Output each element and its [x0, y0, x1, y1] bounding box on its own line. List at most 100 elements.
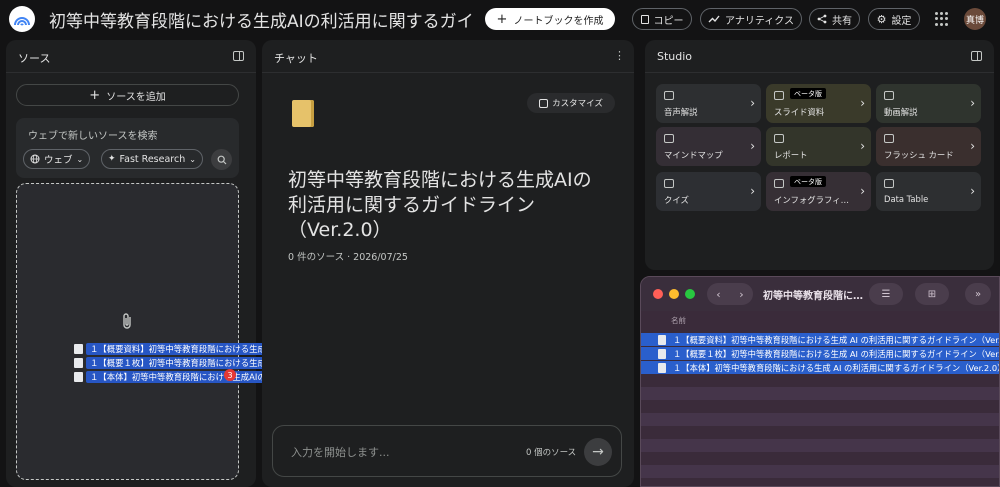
chevron-right-icon: ›: [970, 184, 975, 198]
more-vert-icon[interactable]: ⋮: [614, 49, 625, 62]
studio-tile[interactable]: Data Table ›: [876, 172, 981, 211]
pdf-file-icon: [658, 362, 666, 373]
analytics-button[interactable]: アナリティクス: [700, 8, 802, 30]
studio-heading: Studio: [657, 50, 693, 63]
studio-tile[interactable]: ベータ版インフォグラフィ… ›: [766, 172, 871, 211]
collapse-panel-icon[interactable]: [971, 51, 982, 61]
search-input[interactable]: ウェブで新しいソースを検索: [28, 127, 158, 142]
web-search-box: ウェブで新しいソースを検索 ウェブ ⌄ ✦ Fast Research ⌄: [16, 118, 239, 178]
finder-toolbar: ‹ › 初等中等教育段階における生成AIの利活用に関するガイドライン（Ver.2…: [641, 277, 999, 311]
chevron-left-icon[interactable]: ‹: [716, 288, 720, 301]
name-column-header[interactable]: 名前: [671, 315, 686, 326]
add-source-button[interactable]: + ソースを追加: [16, 84, 239, 106]
file-name: １【本体】初等中等教育段階における生成 AI の利活用に関するガイドライン（Ve…: [673, 362, 1000, 373]
tile-icon: [774, 134, 784, 143]
add-source-label: ソースを追加: [106, 91, 166, 103]
tile-icon: [774, 179, 784, 188]
sources-panel: ソース + ソースを追加 ウェブで新しいソースを検索 ウェブ ⌄ ✦ Fast …: [6, 40, 256, 487]
file-row[interactable]: １【本体】初等中等教育段階における生成 AI の利活用に関するガイドライン（Ve…: [641, 361, 999, 374]
web-source-chip[interactable]: ウェブ ⌄: [23, 149, 91, 169]
collapse-panel-icon[interactable]: [233, 51, 244, 61]
file-row[interactable]: １【概要１枚】初等中等教育段階における生成 AI の利活用に関するガイドライン（…: [641, 347, 999, 360]
tile-icon: [664, 91, 674, 100]
plus-icon: +: [496, 11, 508, 27]
tile-icon: [664, 134, 674, 143]
drag-count-badge: 3: [224, 369, 236, 381]
file-dropzone[interactable]: [16, 183, 239, 480]
more-toolbar-button[interactable]: »: [965, 283, 991, 305]
analytics-label: アナリティクス: [725, 15, 794, 27]
tile-icon: [884, 91, 894, 100]
sparkle-search-icon: ✦: [108, 154, 116, 164]
chevron-right-icon: ›: [750, 184, 755, 198]
sources-heading: ソース: [18, 52, 51, 65]
group-view-button[interactable]: ⊞: [915, 283, 949, 305]
tile-icon: [774, 91, 784, 100]
empty-row: [641, 413, 999, 426]
minimize-window-button[interactable]: [669, 289, 679, 299]
file-icon: [74, 372, 83, 382]
file-icon: [74, 344, 83, 354]
studio-tile[interactable]: ベータ版 スライド資料 ›: [766, 84, 871, 123]
studio-tile[interactable]: 動画解説 ›: [876, 84, 981, 123]
search-icon: [217, 155, 226, 164]
chevron-down-icon: ⌄: [76, 154, 84, 164]
file-row[interactable]: １【概要資料】初等中等教育段階における生成 AI の利活用に関するガイドライン（…: [641, 333, 999, 346]
chevron-right-icon: ›: [860, 139, 865, 153]
chat-heading: チャット: [274, 52, 318, 65]
studio-tile[interactable]: フラッシュ カード ›: [876, 127, 981, 166]
chevron-right-icon: ›: [860, 184, 865, 198]
chat-input-box[interactable]: 入力を開始します... 0 個のソース →: [272, 425, 622, 477]
file-name: １【概要資料】初等中等教育段階における生成 AI の利活用に関するガイドライン（…: [673, 334, 999, 345]
tile-label: マインドマップ: [664, 150, 723, 160]
chevron-right-icon: ›: [970, 139, 975, 153]
divider: [645, 72, 994, 73]
chevron-right-icon: ›: [970, 96, 975, 110]
copy-button[interactable]: コピー: [632, 8, 692, 30]
fast-research-chip[interactable]: ✦ Fast Research ⌄: [101, 149, 203, 169]
grid-icon: ⊞: [927, 288, 937, 300]
customize-button[interactable]: カスタマイズ: [527, 93, 615, 113]
trending-up-icon: [708, 15, 720, 23]
tile-label: レポート: [774, 150, 808, 160]
studio-tile[interactable]: クイズ ›: [656, 172, 761, 211]
top-bar: 初等中等教育段階における生成AIの利活用に関するガイドライン（Ver.2.0） …: [0, 0, 1000, 38]
share-button[interactable]: 共有: [809, 8, 860, 30]
beta-badge: ベータ版: [790, 176, 826, 187]
settings-button[interactable]: ⚙ 設定: [868, 8, 920, 30]
tile-icon: [664, 179, 674, 188]
chat-input[interactable]: 入力を開始します...: [291, 444, 390, 460]
chevron-right-icon[interactable]: ›: [739, 288, 743, 301]
tune-icon: [539, 98, 549, 108]
notebook-meta: 0 件のソース · 2026/07/25: [288, 252, 408, 263]
tile-label: 動画解説: [884, 107, 918, 117]
finder-title: 初等中等教育段階における生成AIの利活用に関するガイドライン（Ver.2.0）: [763, 291, 863, 302]
tile-label: インフォグラフィ…: [774, 195, 849, 205]
studio-tile[interactable]: 音声解説 ›: [656, 84, 761, 123]
apps-grid-icon[interactable]: [935, 12, 949, 26]
chevron-down-icon: ⌄: [189, 154, 196, 164]
tile-label: クイズ: [664, 195, 689, 205]
list-icon: ☰: [881, 288, 891, 300]
copy-icon: [640, 14, 649, 24]
pdf-file-icon: [658, 334, 666, 345]
paperclip-icon: [121, 312, 133, 334]
share-label: 共有: [832, 15, 852, 27]
create-notebook-button[interactable]: + ノートブックを作成: [485, 8, 615, 30]
chevron-right-icon: ›: [750, 139, 755, 153]
source-count: 0 個のソース: [526, 448, 577, 458]
notebook-title[interactable]: 初等中等教育段階における生成AIの利活用に関するガイドライン（Ver.2.0）: [49, 7, 472, 32]
tile-icon: [884, 179, 894, 188]
studio-tile[interactable]: マインドマップ ›: [656, 127, 761, 166]
avatar[interactable]: 真博: [964, 8, 986, 30]
back-forward-control[interactable]: ‹ ›: [707, 283, 753, 305]
tile-label: フラッシュ カード: [884, 150, 954, 160]
double-chevron-right-icon: »: [974, 288, 982, 300]
list-view-button[interactable]: ☰: [869, 283, 903, 305]
search-submit-button[interactable]: [211, 149, 232, 170]
studio-tile[interactable]: レポート ›: [766, 127, 871, 166]
close-window-button[interactable]: [653, 289, 663, 299]
zoom-window-button[interactable]: [685, 289, 695, 299]
notebooklm-logo[interactable]: [9, 6, 35, 32]
send-button[interactable]: →: [584, 438, 612, 466]
